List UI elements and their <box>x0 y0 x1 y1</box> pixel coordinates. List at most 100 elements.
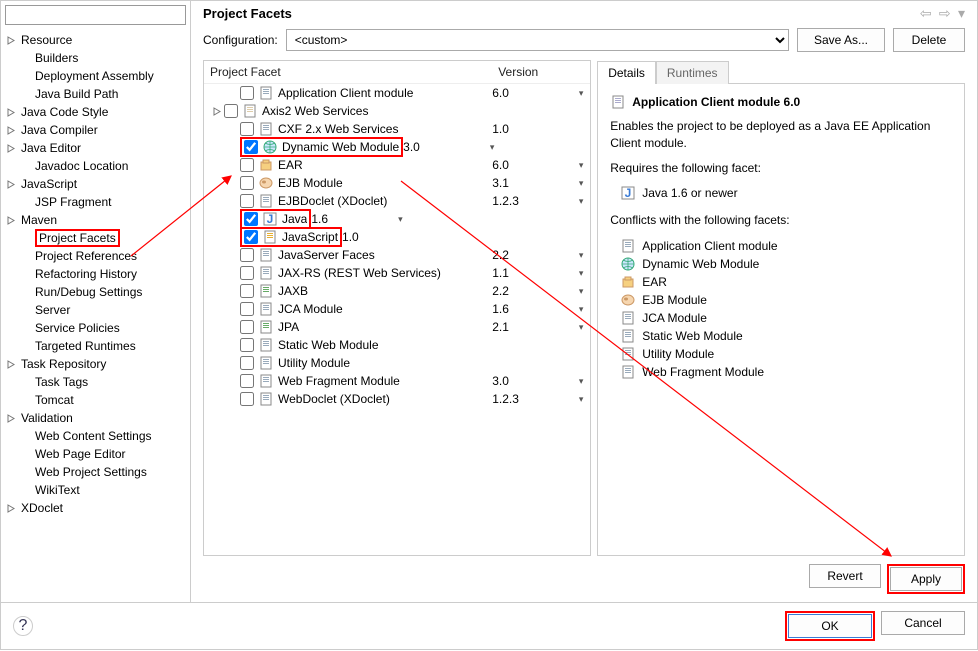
sidebar-item-java-editor[interactable]: Java Editor <box>1 139 190 157</box>
sidebar-item-refactoring-history[interactable]: Refactoring History <box>1 265 190 283</box>
expand-icon[interactable] <box>7 414 19 423</box>
sidebar-item-run-debug-settings[interactable]: Run/Debug Settings <box>1 283 190 301</box>
revert-button[interactable]: Revert <box>809 564 881 588</box>
expand-icon[interactable] <box>210 107 224 116</box>
facet-row[interactable]: EAR6.0▾ <box>204 156 590 174</box>
sidebar-item-tomcat[interactable]: Tomcat <box>1 391 190 409</box>
version-dropdown-icon[interactable]: ▾ <box>572 304 590 315</box>
col-header-version[interactable]: Version <box>492 61 572 83</box>
sidebar-item-project-facets[interactable]: Project Facets <box>1 229 190 247</box>
back-icon[interactable]: ⇦ <box>920 5 932 21</box>
version-dropdown-icon[interactable]: ▾ <box>572 160 590 171</box>
facet-row[interactable]: WebDoclet (XDoclet)1.2.3▾ <box>204 390 590 408</box>
facet-checkbox[interactable] <box>240 266 254 280</box>
facet-checkbox[interactable] <box>240 122 254 136</box>
facet-row[interactable]: Axis2 Web Services <box>204 102 590 120</box>
expand-icon[interactable] <box>7 360 19 369</box>
version-dropdown-icon[interactable]: ▾ <box>572 88 590 99</box>
expand-icon[interactable] <box>7 504 19 513</box>
facet-row[interactable]: JavaScript1.0 <box>204 228 590 246</box>
sidebar-item-java-build-path[interactable]: Java Build Path <box>1 85 190 103</box>
version-dropdown-icon[interactable]: ▾ <box>572 268 590 279</box>
facet-row[interactable]: JJava1.6▾ <box>204 210 590 228</box>
version-dropdown-icon[interactable]: ▾ <box>572 322 590 333</box>
facet-checkbox[interactable] <box>224 104 238 118</box>
sidebar-item-java-compiler[interactable]: Java Compiler <box>1 121 190 139</box>
apply-button[interactable]: Apply <box>890 567 962 591</box>
filter-input[interactable] <box>5 5 186 25</box>
sidebar-item-web-project-settings[interactable]: Web Project Settings <box>1 463 190 481</box>
expand-icon[interactable] <box>7 36 19 45</box>
sidebar-item-validation[interactable]: Validation <box>1 409 190 427</box>
help-icon[interactable]: ? <box>13 616 33 636</box>
facet-row[interactable]: JAX-RS (REST Web Services)1.1▾ <box>204 264 590 282</box>
version-dropdown-icon[interactable]: ▾ <box>572 250 590 261</box>
version-dropdown-icon[interactable]: ▾ <box>572 178 590 189</box>
facet-checkbox[interactable] <box>240 374 254 388</box>
dropdown-icon[interactable]: ▾ <box>958 5 965 21</box>
facet-checkbox[interactable] <box>240 86 254 100</box>
sidebar-item-xdoclet[interactable]: XDoclet <box>1 499 190 517</box>
expand-icon[interactable] <box>7 126 19 135</box>
sidebar-item-jsp-fragment[interactable]: JSP Fragment <box>1 193 190 211</box>
facet-checkbox[interactable] <box>240 284 254 298</box>
facet-checkbox[interactable] <box>244 212 258 226</box>
ok-button[interactable]: OK <box>788 614 872 638</box>
facet-checkbox[interactable] <box>240 392 254 406</box>
sidebar-item-javadoc-location[interactable]: Javadoc Location <box>1 157 190 175</box>
version-dropdown-icon[interactable]: ▾ <box>572 286 590 297</box>
facet-checkbox[interactable] <box>244 230 258 244</box>
sidebar-item-web-page-editor[interactable]: Web Page Editor <box>1 445 190 463</box>
expand-icon[interactable] <box>7 216 19 225</box>
facet-row[interactable]: Dynamic Web Module3.0▾ <box>204 138 590 156</box>
facet-row[interactable]: Utility Module <box>204 354 590 372</box>
cancel-button[interactable]: Cancel <box>881 611 965 635</box>
facet-checkbox[interactable] <box>240 320 254 334</box>
sidebar-item-server[interactable]: Server <box>1 301 190 319</box>
facet-checkbox[interactable] <box>240 194 254 208</box>
version-dropdown-icon[interactable]: ▾ <box>391 214 409 225</box>
sidebar-item-resource[interactable]: Resource <box>1 31 190 49</box>
facet-row[interactable]: CXF 2.x Web Services1.0 <box>204 120 590 138</box>
sidebar-item-deployment-assembly[interactable]: Deployment Assembly <box>1 67 190 85</box>
facet-row[interactable]: Static Web Module <box>204 336 590 354</box>
col-header-facet[interactable]: Project Facet <box>204 61 492 83</box>
delete-button[interactable]: Delete <box>893 28 965 52</box>
facet-checkbox[interactable] <box>240 356 254 370</box>
sidebar-item-maven[interactable]: Maven <box>1 211 190 229</box>
fwd-icon[interactable]: ⇨ <box>939 5 951 21</box>
expand-icon[interactable] <box>7 144 19 153</box>
sidebar-item-builders[interactable]: Builders <box>1 49 190 67</box>
sidebar-item-project-references[interactable]: Project References <box>1 247 190 265</box>
facet-row[interactable]: JCA Module1.6▾ <box>204 300 590 318</box>
facet-checkbox[interactable] <box>240 176 254 190</box>
facet-row[interactable]: EJB Module3.1▾ <box>204 174 590 192</box>
facet-row[interactable]: JavaServer Faces2.2▾ <box>204 246 590 264</box>
sidebar-item-wikitext[interactable]: WikiText <box>1 481 190 499</box>
version-dropdown-icon[interactable]: ▾ <box>572 196 590 207</box>
facet-checkbox[interactable] <box>240 302 254 316</box>
facet-checkbox[interactable] <box>240 338 254 352</box>
version-dropdown-icon[interactable]: ▾ <box>483 142 501 153</box>
configuration-select[interactable]: <custom> <box>286 29 789 51</box>
facet-checkbox[interactable] <box>244 140 258 154</box>
sidebar-item-javascript[interactable]: JavaScript <box>1 175 190 193</box>
sidebar-item-web-content-settings[interactable]: Web Content Settings <box>1 427 190 445</box>
facet-row[interactable]: Application Client module6.0▾ <box>204 84 590 102</box>
facet-checkbox[interactable] <box>240 158 254 172</box>
facet-row[interactable]: Web Fragment Module3.0▾ <box>204 372 590 390</box>
sidebar-item-service-policies[interactable]: Service Policies <box>1 319 190 337</box>
version-dropdown-icon[interactable]: ▾ <box>572 394 590 405</box>
sidebar-item-task-tags[interactable]: Task Tags <box>1 373 190 391</box>
facet-row[interactable]: JAXB2.2▾ <box>204 282 590 300</box>
sidebar-item-java-code-style[interactable]: Java Code Style <box>1 103 190 121</box>
expand-icon[interactable] <box>7 108 19 117</box>
save-as-button[interactable]: Save As... <box>797 28 885 52</box>
expand-icon[interactable] <box>7 180 19 189</box>
version-dropdown-icon[interactable]: ▾ <box>572 376 590 387</box>
tab-details[interactable]: Details <box>597 61 656 84</box>
tab-runtimes[interactable]: Runtimes <box>656 61 729 84</box>
facet-row[interactable]: JPA2.1▾ <box>204 318 590 336</box>
facet-checkbox[interactable] <box>240 248 254 262</box>
sidebar-item-targeted-runtimes[interactable]: Targeted Runtimes <box>1 337 190 355</box>
